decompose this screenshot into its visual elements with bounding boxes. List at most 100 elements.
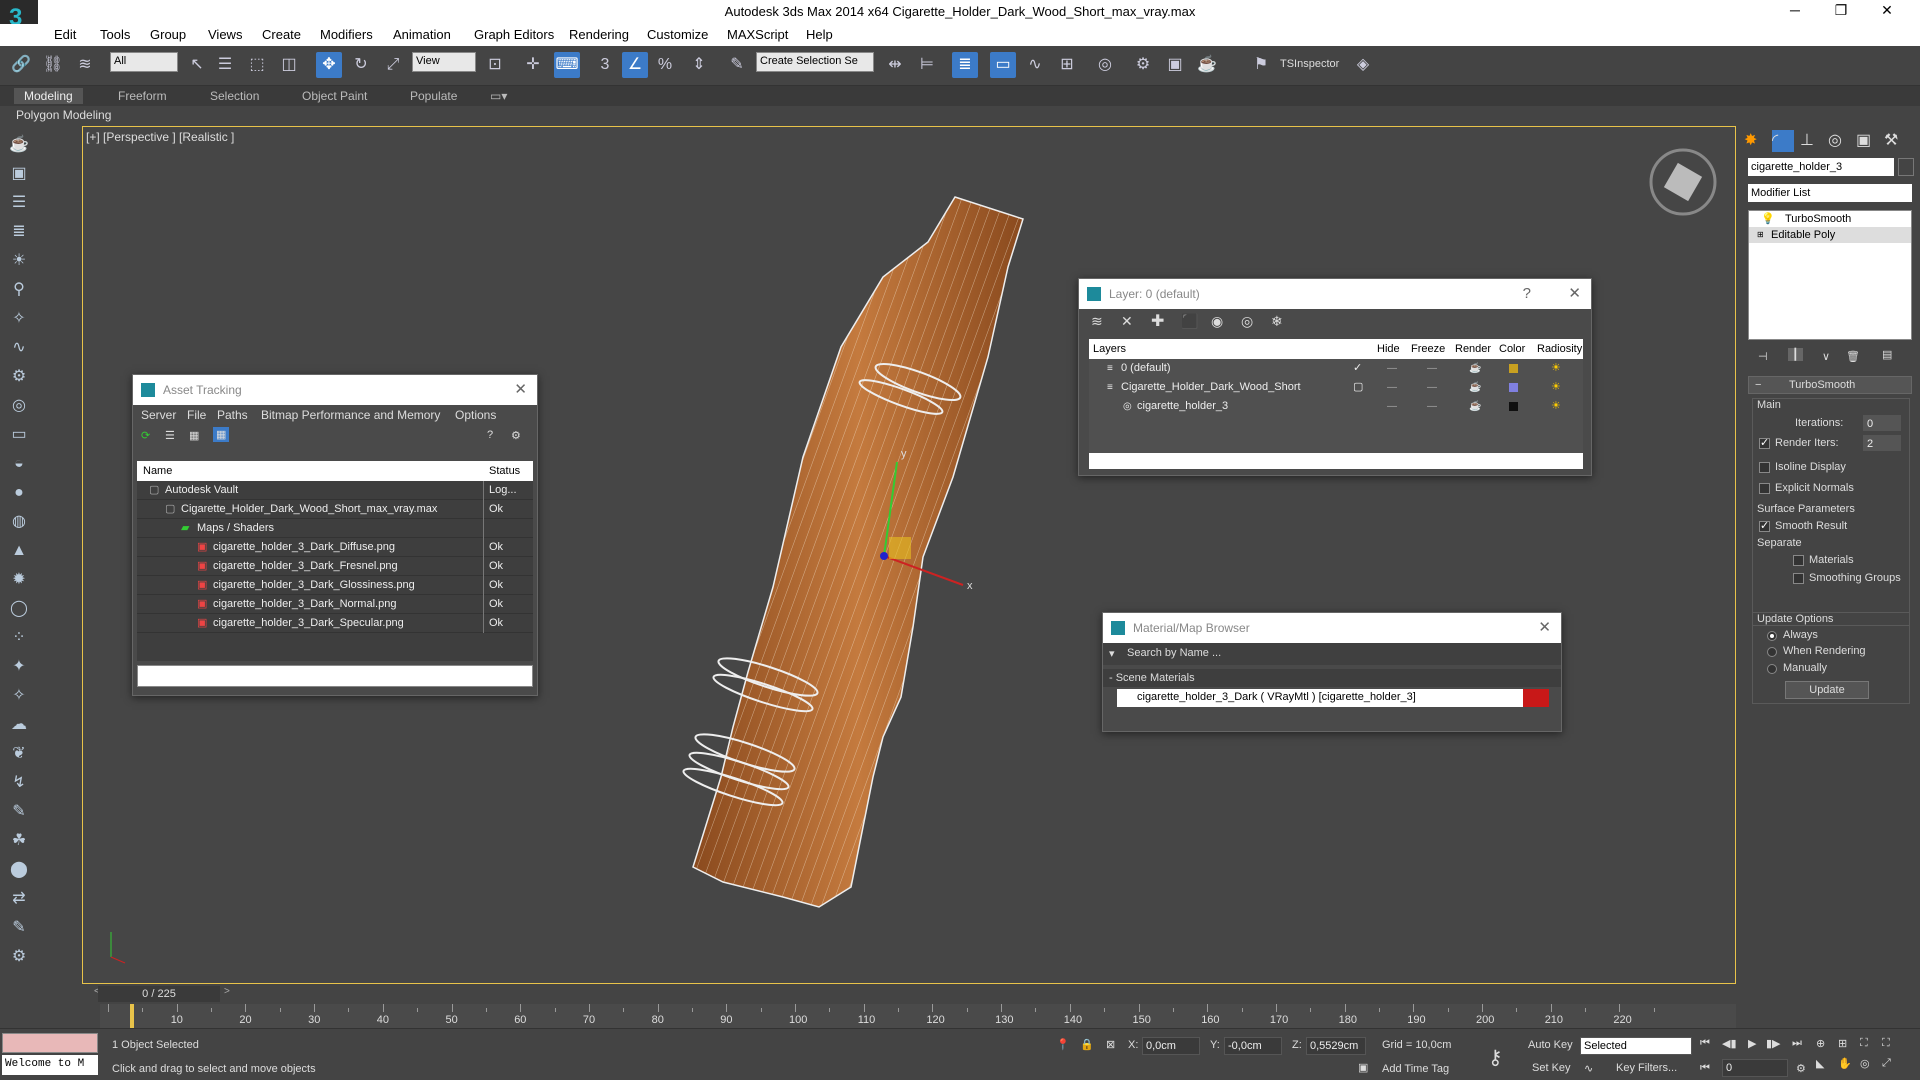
viewcube-icon[interactable] bbox=[1649, 148, 1717, 216]
make-unique-icon[interactable]: ∨ bbox=[1822, 350, 1830, 363]
grid-view-icon[interactable]: ▦ bbox=[213, 427, 230, 442]
maximize-button[interactable]: ❐ bbox=[1818, 2, 1864, 19]
col-status[interactable]: Status bbox=[489, 465, 520, 477]
layer-list-icon[interactable]: ≣ bbox=[8, 221, 30, 243]
mirror-icon[interactable]: ⇹ bbox=[882, 52, 908, 78]
list-icon[interactable]: ☰ bbox=[165, 429, 175, 442]
new-layer-icon[interactable]: ≋ bbox=[1091, 313, 1103, 330]
rollout-toggle-icon[interactable]: − bbox=[1755, 379, 1761, 391]
zoom-all-icon[interactable]: ⊞ bbox=[1838, 1037, 1847, 1050]
freeze-toggle-icon[interactable]: — bbox=[1427, 359, 1437, 378]
material-search-input[interactable]: Search by Name ... bbox=[1127, 647, 1221, 659]
layer-help[interactable]: ? bbox=[1523, 279, 1531, 309]
freeze-all-icon[interactable]: ❄ bbox=[1271, 313, 1283, 330]
zoom-extents-icon[interactable]: ⛶ bbox=[1860, 1037, 1868, 1050]
tab-object-paint[interactable]: Object Paint bbox=[292, 88, 377, 104]
create-tab-icon[interactable]: ✸ bbox=[1744, 130, 1766, 152]
radiosity-icon[interactable]: ☀ bbox=[1551, 359, 1561, 378]
auto-key-button[interactable]: Auto Key bbox=[1528, 1039, 1573, 1051]
window-crossing-icon[interactable]: ◫ bbox=[276, 52, 302, 78]
time-slider-thumb[interactable]: 0 / 225 bbox=[98, 986, 220, 1002]
goto-end-icon[interactable]: ⏭ bbox=[1792, 1037, 1802, 1050]
motion-tab-icon[interactable]: ◎ bbox=[1828, 130, 1850, 152]
schematic-view-icon[interactable]: ⊞ bbox=[1054, 52, 1080, 78]
bind-space-warp-icon[interactable]: ≋ bbox=[72, 52, 98, 78]
named-selection-dropdown[interactable]: Create Selection Se bbox=[756, 52, 874, 72]
radiosity-icon[interactable]: ☀ bbox=[1551, 378, 1561, 397]
materials-checkbox[interactable] bbox=[1793, 555, 1804, 566]
update-button[interactable]: Update bbox=[1785, 681, 1869, 699]
torus-icon[interactable]: ◯ bbox=[8, 598, 30, 620]
tracks-icon[interactable]: ⇄ bbox=[8, 888, 30, 910]
zoom-icon[interactable]: ⊕ bbox=[1816, 1037, 1825, 1050]
hide-all-icon[interactable]: ◎ bbox=[1241, 313, 1253, 330]
menu-modifiers[interactable]: Modifiers bbox=[320, 27, 373, 42]
smooth-result-checkbox[interactable] bbox=[1759, 519, 1770, 532]
table-icon[interactable]: ▦ bbox=[189, 429, 199, 442]
col-render[interactable]: Render bbox=[1455, 343, 1491, 355]
refresh-icon[interactable]: ⟳ bbox=[141, 429, 150, 442]
minimize-button[interactable]: ─ bbox=[1772, 2, 1818, 19]
select-move-icon[interactable]: ✥ bbox=[316, 52, 342, 78]
hair-icon[interactable]: ↯ bbox=[8, 772, 30, 794]
box-icon[interactable]: ◒ bbox=[8, 453, 30, 475]
tab-freeform[interactable]: Freeform bbox=[108, 88, 177, 104]
selection-lock-icon[interactable]: 🔒 bbox=[1080, 1038, 1094, 1051]
scene-materials-group[interactable]: - Scene Materials bbox=[1103, 669, 1561, 687]
configure-sets-icon[interactable]: ▤ bbox=[1882, 348, 1892, 361]
asset-row[interactable]: ▢ Autodesk Vault Log... bbox=[137, 481, 533, 500]
percent-snap-icon[interactable]: % bbox=[652, 52, 678, 78]
fov-icon[interactable]: ◣ bbox=[1816, 1057, 1824, 1070]
freeze-toggle-icon[interactable]: — bbox=[1427, 378, 1437, 397]
play-icon[interactable]: ▶ bbox=[1748, 1037, 1756, 1050]
menu-views[interactable]: Views bbox=[208, 27, 242, 42]
ribbon-toggle-icon[interactable]: ▭ bbox=[990, 52, 1016, 78]
x-coordinate-field[interactable]: 0,0cm bbox=[1142, 1037, 1200, 1055]
modifier-list-dropdown[interactable]: Modifier List bbox=[1748, 184, 1912, 202]
key-mode-dropdown[interactable]: Selected bbox=[1580, 1037, 1692, 1055]
asset-menu-options[interactable]: Options bbox=[455, 408, 496, 422]
layer-color-swatch[interactable] bbox=[1509, 402, 1518, 411]
menu-tools[interactable]: Tools bbox=[100, 27, 130, 42]
col-radiosity[interactable]: Radiosity bbox=[1537, 343, 1582, 355]
y-coordinate-field[interactable]: -0,0cm bbox=[1224, 1037, 1282, 1055]
maximize-viewport-icon[interactable]: ⤢ bbox=[1882, 1057, 1891, 1070]
lightbulb-icon[interactable]: 💡 bbox=[1761, 211, 1775, 227]
select-by-name-icon[interactable]: ☰ bbox=[212, 52, 238, 78]
reference-coord-dropdown[interactable]: View bbox=[412, 52, 476, 72]
close-button[interactable]: ✕ bbox=[1864, 2, 1910, 19]
camera-icon[interactable]: ⚲ bbox=[8, 279, 30, 301]
current-frame-field[interactable]: 0 bbox=[1722, 1059, 1788, 1077]
render-setup-icon[interactable]: ⚙ bbox=[1130, 52, 1156, 78]
radiosity-icon[interactable]: ☀ bbox=[1551, 397, 1561, 416]
compass-icon[interactable]: ✧ bbox=[8, 685, 30, 707]
polygon-modeling-label[interactable]: Polygon Modeling bbox=[16, 108, 111, 122]
when-rendering-radio[interactable] bbox=[1767, 647, 1777, 657]
scripts-icon[interactable]: ✎ bbox=[8, 917, 30, 939]
turbosmooth-rollout-header[interactable]: − TurboSmooth bbox=[1748, 376, 1912, 394]
delete-layer-icon[interactable]: ✕ bbox=[1121, 313, 1133, 330]
prev-key-icon[interactable]: ◀▮ bbox=[1722, 1037, 1737, 1050]
helpers-icon[interactable]: ✧ bbox=[8, 308, 30, 330]
rendered-frame-icon[interactable]: ▣ bbox=[1162, 52, 1188, 78]
stack-item-editable-poly[interactable]: ⊞ Editable Poly bbox=[1749, 227, 1911, 243]
tab-selection[interactable]: Selection bbox=[200, 88, 269, 104]
stack-item-turbosmooth[interactable]: 💡 TurboSmooth bbox=[1749, 211, 1911, 227]
render-frame-icon[interactable]: ▣ bbox=[8, 163, 30, 185]
modify-tab-icon[interactable]: ◜ bbox=[1772, 130, 1794, 152]
time-tag-icon[interactable]: ▣ bbox=[1358, 1061, 1368, 1074]
sphere2-icon[interactable]: ⬤ bbox=[8, 859, 30, 881]
menu-help[interactable]: Help bbox=[806, 27, 833, 42]
asset-row[interactable]: ▰ Maps / Shaders bbox=[137, 519, 533, 538]
help-icon[interactable]: ? bbox=[487, 429, 493, 441]
sun-icon[interactable]: ✹ bbox=[8, 569, 30, 591]
render-toggle-icon[interactable]: ☕ bbox=[1469, 359, 1481, 378]
paint-icon[interactable]: ✎ bbox=[8, 801, 30, 823]
asset-row[interactable]: ▣ cigarette_holder_3_Dark_Fresnel.png Ok bbox=[137, 557, 533, 576]
extra-tool-icon[interactable]: ◈ bbox=[1350, 52, 1376, 78]
sky-icon[interactable]: ☁ bbox=[8, 714, 30, 736]
remove-modifier-icon[interactable]: 🗑 bbox=[1846, 350, 1860, 363]
next-key-icon[interactable]: ▮▶ bbox=[1766, 1037, 1781, 1050]
orbit-icon[interactable]: ◎ bbox=[1860, 1057, 1870, 1070]
asset-menu-server[interactable]: Server bbox=[141, 408, 176, 422]
